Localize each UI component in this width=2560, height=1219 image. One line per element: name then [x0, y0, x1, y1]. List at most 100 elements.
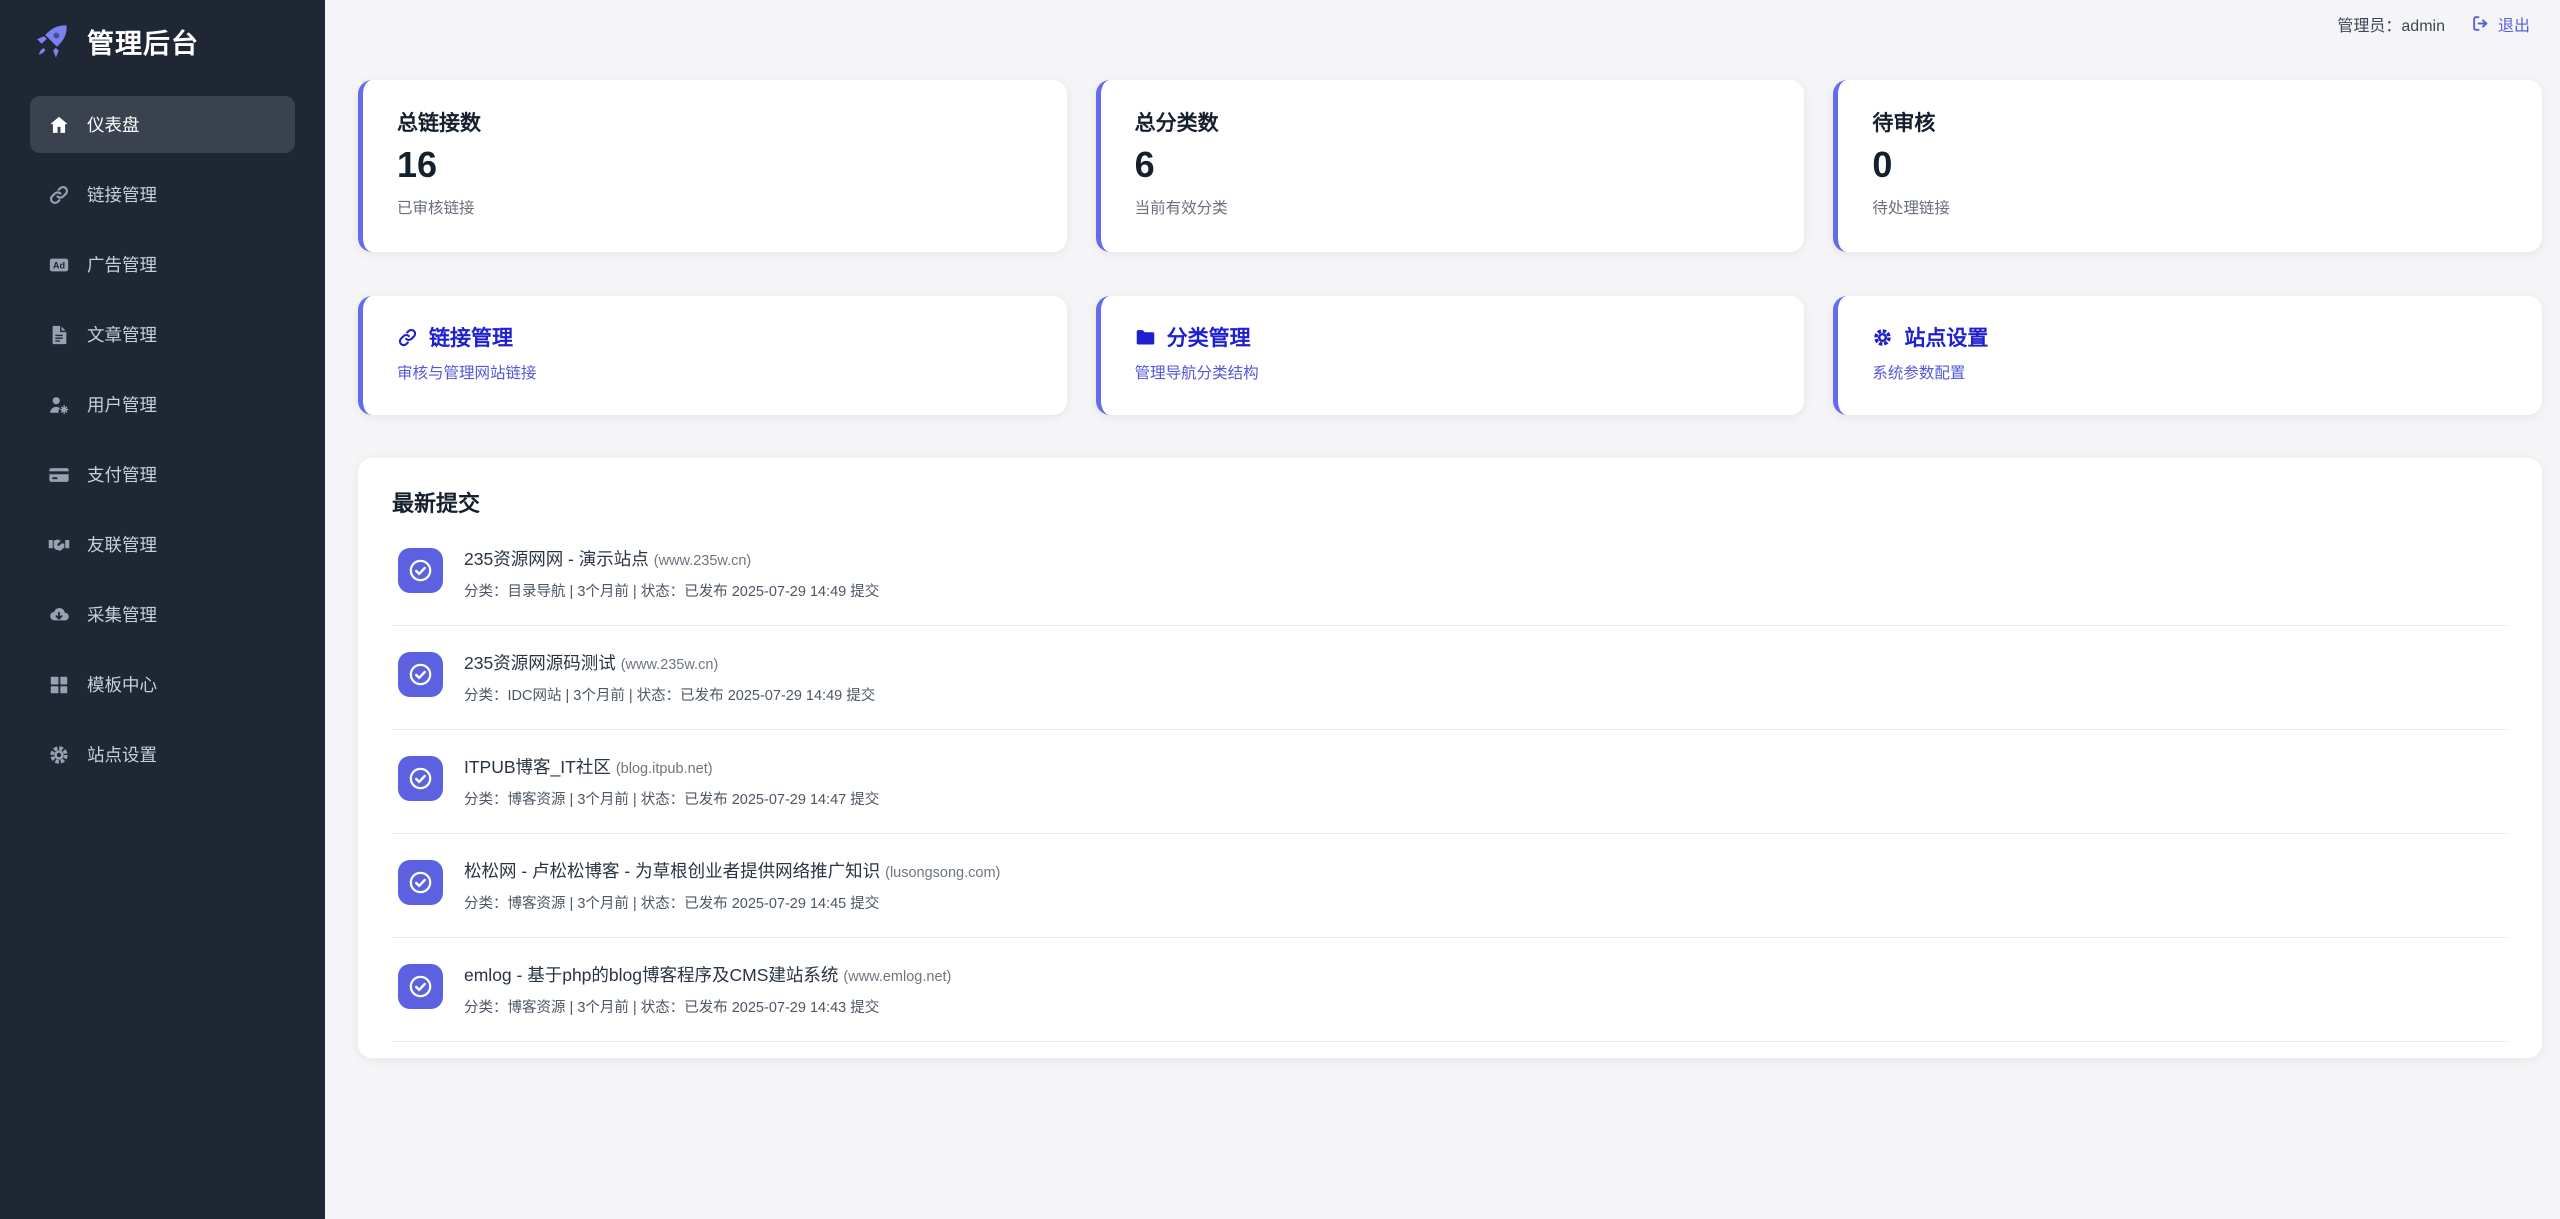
- submission-url: (blog.itpub.net): [616, 761, 713, 777]
- submission-text: 235资源网网 - 演示站点 (www.235w.cn) 分类：目录导航 | 3个…: [464, 546, 879, 601]
- admin-label: 管理员：admin: [2337, 12, 2445, 36]
- submission-text: emlog - 基于php的blog博客程序及CMS建站系统 (www.emlog…: [464, 962, 951, 1017]
- submission-meta: 分类：博客资源 | 3个月前 | 状态：已发布 2025-07-29 14:47…: [464, 788, 879, 809]
- gear-icon: [48, 744, 70, 766]
- credit-card-icon: [48, 464, 70, 486]
- stat-title: 总分类数: [1135, 107, 1771, 137]
- submission-url: (www.235w.cn): [621, 657, 719, 673]
- check-badge: [398, 548, 443, 593]
- shortcut-title-label: 分类管理: [1167, 322, 1251, 352]
- stat-card-total-categories: 总分类数 6 当前有效分类: [1096, 80, 1805, 252]
- submission-text: ITPUB博客_IT社区 (blog.itpub.net) 分类：博客资源 | 3…: [464, 754, 879, 809]
- file-icon: [48, 324, 70, 346]
- topbar: 管理员：admin 退出: [358, 0, 2542, 47]
- sidebar-item-label: 文章管理: [87, 322, 157, 347]
- stat-value: 0: [1872, 145, 2508, 185]
- home-icon: [48, 114, 70, 136]
- shortcut-caption: 管理导航分类结构: [1135, 361, 1771, 383]
- sidebar-nav: 仪表盘 链接管理 广告管理 文章管理 用户管理: [30, 96, 295, 783]
- stat-card-pending: 待审核 0 待处理链接: [1833, 80, 2542, 252]
- check-badge: [398, 964, 443, 1009]
- link-icon: [397, 327, 418, 348]
- shortcut-caption: 审核与管理网站链接: [397, 361, 1033, 383]
- check-badge: [398, 756, 443, 801]
- sidebar-item-templates[interactable]: 模板中心: [30, 656, 295, 713]
- sidebar-item-label: 链接管理: [87, 182, 157, 207]
- submission-meta: 分类：目录导航 | 3个月前 | 状态：已发布 2025-07-29 14:49…: [464, 580, 879, 601]
- stat-title: 待审核: [1872, 107, 2508, 137]
- circle-check-icon: [407, 869, 434, 896]
- submission-title: ITPUB博客_IT社区: [464, 757, 611, 777]
- user-gear-icon: [48, 394, 70, 416]
- submission-text: 松松网 - 卢松松博客 - 为草根创业者提供网络推广知识 (lusongsong.…: [464, 858, 1000, 913]
- shortcut-row: 链接管理 审核与管理网站链接 分类管理 管理导航分类结构 站点设置 系统参数配置: [358, 296, 2542, 415]
- stat-value: 6: [1135, 145, 1771, 185]
- shortcut-title-label: 链接管理: [429, 322, 513, 352]
- grid-icon: [48, 674, 70, 696]
- shortcut-card-site-settings[interactable]: 站点设置 系统参数配置: [1833, 296, 2542, 415]
- sidebar-item-label: 模板中心: [87, 672, 157, 697]
- ad-icon: [48, 254, 70, 276]
- logout-button[interactable]: 退出: [2471, 12, 2530, 36]
- circle-check-icon: [407, 765, 434, 792]
- sidebar-item-label: 站点设置: [87, 742, 157, 767]
- stat-value: 16: [397, 145, 1033, 185]
- sidebar: 管理后台 仪表盘 链接管理 广告管理 文章管理: [0, 0, 325, 1219]
- shortcut-title-label: 站点设置: [1904, 322, 1988, 352]
- stat-title: 总链接数: [397, 107, 1033, 137]
- submission-title: emlog - 基于php的blog博客程序及CMS建站系统: [464, 965, 838, 985]
- sidebar-item-label: 仪表盘: [87, 112, 140, 137]
- sidebar-item-collection[interactable]: 采集管理: [30, 586, 295, 643]
- stat-caption: 已审核链接: [397, 196, 1033, 218]
- submission-item: 松松网 - 卢松松博客 - 为草根创业者提供网络推广知识 (lusongsong.…: [392, 834, 2508, 938]
- submission-url: (lusongsong.com): [885, 865, 1000, 881]
- shortcut-card-categories[interactable]: 分类管理 管理导航分类结构: [1096, 296, 1805, 415]
- submission-title: 松松网 - 卢松松博客 - 为草根创业者提供网络推广知识: [464, 861, 880, 881]
- circle-check-icon: [407, 557, 434, 584]
- circle-check-icon: [407, 661, 434, 688]
- shortcut-title: 分类管理: [1135, 322, 1771, 352]
- shortcut-card-links[interactable]: 链接管理 审核与管理网站链接: [358, 296, 1067, 415]
- sidebar-item-label: 采集管理: [87, 602, 157, 627]
- logout-label: 退出: [2498, 12, 2530, 36]
- app-logo: 管理后台: [30, 14, 295, 96]
- submission-url: (www.emlog.net): [843, 969, 951, 985]
- folder-icon: [1135, 327, 1156, 348]
- sidebar-item-users[interactable]: 用户管理: [30, 376, 295, 433]
- sidebar-item-label: 广告管理: [87, 252, 157, 277]
- stat-caption: 当前有效分类: [1135, 196, 1771, 218]
- submission-meta: 分类：博客资源 | 3个月前 | 状态：已发布 2025-07-29 14:45…: [464, 892, 1000, 913]
- submission-item: 235资源网网 - 演示站点 (www.235w.cn) 分类：目录导航 | 3个…: [392, 522, 2508, 626]
- submission-meta: 分类：IDC网站 | 3个月前 | 状态：已发布 2025-07-29 14:4…: [464, 684, 875, 705]
- sidebar-item-links[interactable]: 链接管理: [30, 166, 295, 223]
- submission-title: 235资源网网 - 演示站点: [464, 549, 649, 569]
- shortcut-title: 站点设置: [1872, 322, 2508, 352]
- sidebar-item-site-settings[interactable]: 站点设置: [30, 726, 295, 783]
- check-badge: [398, 860, 443, 905]
- main-content: 管理员：admin 退出 总链接数 16 已审核链接 总分类数 6 当前有效分类…: [325, 0, 2560, 1219]
- rocket-icon: [30, 20, 72, 62]
- sidebar-item-articles[interactable]: 文章管理: [30, 306, 295, 363]
- stats-row: 总链接数 16 已审核链接 总分类数 6 当前有效分类 待审核 0 待处理链接: [358, 80, 2542, 252]
- link-icon: [48, 184, 70, 206]
- handshake-icon: [48, 534, 70, 556]
- sidebar-item-label: 支付管理: [87, 462, 157, 487]
- stat-card-total-links: 总链接数 16 已审核链接: [358, 80, 1067, 252]
- sidebar-item-ads[interactable]: 广告管理: [30, 236, 295, 293]
- recent-submissions-title: 最新提交: [392, 484, 2508, 522]
- shortcut-title: 链接管理: [397, 322, 1033, 352]
- stat-caption: 待处理链接: [1872, 196, 2508, 218]
- check-badge: [398, 652, 443, 697]
- recent-submissions-list: 235资源网网 - 演示站点 (www.235w.cn) 分类：目录导航 | 3个…: [392, 522, 2508, 1042]
- submission-meta: 分类：博客资源 | 3个月前 | 状态：已发布 2025-07-29 14:43…: [464, 996, 951, 1017]
- submission-item: ITPUB博客_IT社区 (blog.itpub.net) 分类：博客资源 | 3…: [392, 730, 2508, 834]
- sidebar-item-payments[interactable]: 支付管理: [30, 446, 295, 503]
- submission-item: emlog - 基于php的blog博客程序及CMS建站系统 (www.emlog…: [392, 938, 2508, 1042]
- submission-item: 235资源网源码测试 (www.235w.cn) 分类：IDC网站 | 3个月前 …: [392, 626, 2508, 730]
- submission-title: 235资源网源码测试: [464, 653, 616, 673]
- sidebar-item-dashboard[interactable]: 仪表盘: [30, 96, 295, 153]
- submission-text: 235资源网源码测试 (www.235w.cn) 分类：IDC网站 | 3个月前 …: [464, 650, 875, 705]
- submission-url: (www.235w.cn): [654, 553, 752, 569]
- sidebar-item-friend-links[interactable]: 友联管理: [30, 516, 295, 573]
- cloud-download-icon: [48, 604, 70, 626]
